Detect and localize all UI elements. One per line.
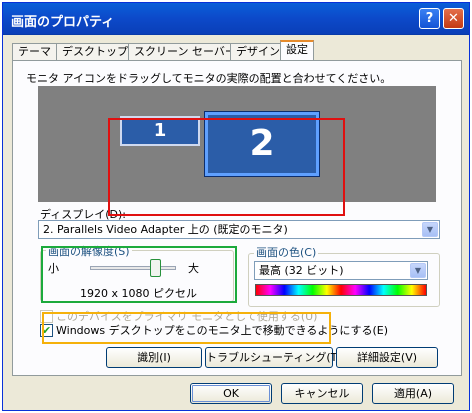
- tab-screensaver[interactable]: スクリーン セーバー: [128, 43, 242, 60]
- tab-design[interactable]: デザイン: [230, 43, 286, 60]
- title-bar[interactable]: 画面のプロパティ ? ✕: [3, 3, 469, 35]
- instruction-text: モニタ アイコンをドラッグしてモニタの実際の配置と合わせてください。: [26, 72, 392, 85]
- display-select[interactable]: 2. Parallels Video Adapter 上の (既定のモニタ) ▼: [38, 220, 440, 239]
- tab-desktop[interactable]: デスクトップ: [56, 43, 134, 60]
- tab-theme[interactable]: テーマ: [12, 43, 57, 60]
- close-button[interactable]: ✕: [443, 8, 464, 29]
- window-title: 画面のプロパティ: [11, 15, 115, 30]
- highlight-box-resolution: [41, 246, 237, 303]
- tab-settings[interactable]: 設定: [280, 40, 314, 61]
- advanced-settings-button[interactable]: 詳細設定(V): [336, 347, 438, 368]
- chevron-down-icon[interactable]: ▼: [422, 222, 438, 237]
- troubleshoot-button[interactable]: トラブルシューティング(T)...: [205, 347, 352, 368]
- display-select-value: 2. Parallels Video Adapter 上の (既定のモニタ): [43, 223, 288, 236]
- apply-button[interactable]: 適用(A): [372, 383, 454, 404]
- help-button[interactable]: ?: [419, 8, 440, 29]
- tab-strip: テーマ デスクトップ スクリーン セーバー デザイン 設定: [12, 40, 462, 61]
- color-quality-select[interactable]: 最高 (32 ビット) ▼: [254, 261, 428, 280]
- highlight-box-extend-desktop: [42, 312, 331, 344]
- identify-button[interactable]: 識別(I): [106, 347, 202, 368]
- ok-button[interactable]: OK: [190, 383, 272, 404]
- cancel-button[interactable]: キャンセル: [281, 383, 363, 404]
- chevron-down-icon[interactable]: ▼: [410, 263, 426, 278]
- color-spectrum-bar: [255, 284, 427, 296]
- highlight-box-monitors: [108, 118, 345, 216]
- color-quality-group-title: 画面の色(C): [254, 244, 319, 260]
- color-quality-value: 最高 (32 ビット): [259, 264, 344, 277]
